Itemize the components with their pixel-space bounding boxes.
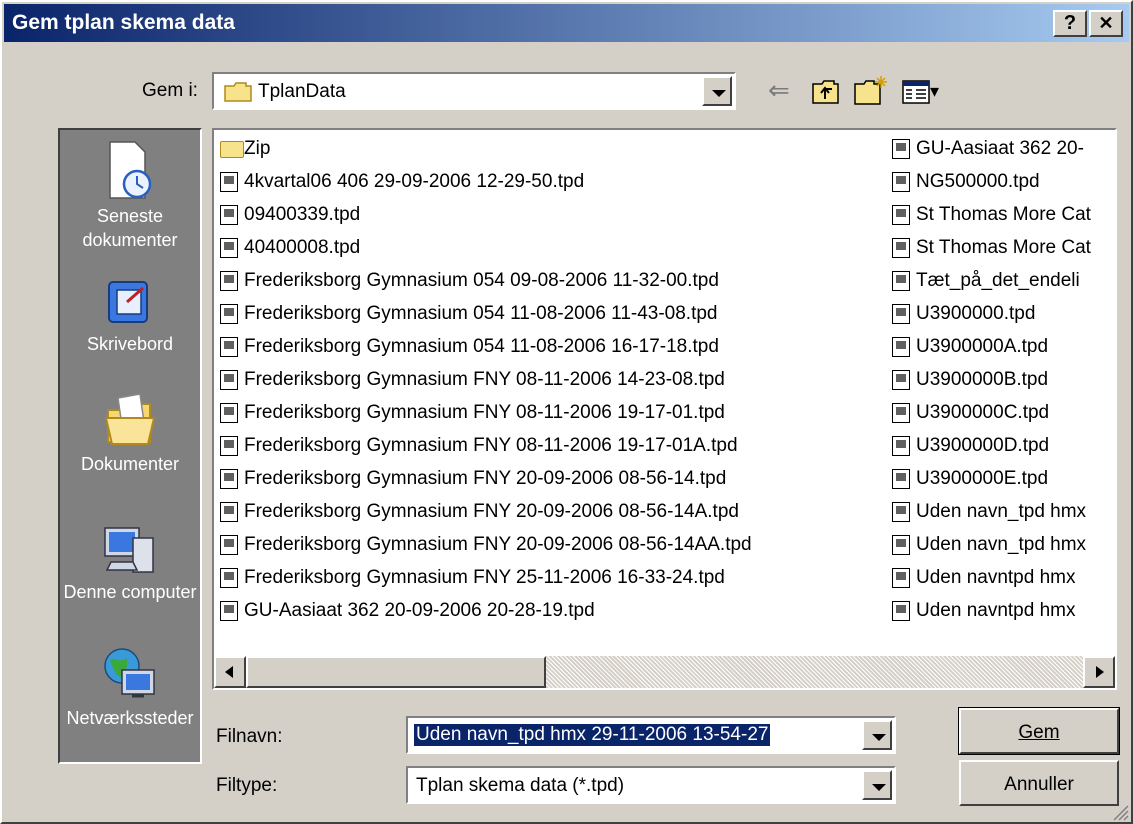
title-bar[interactable]: Gem tplan skema data ? ✕ xyxy=(4,4,1129,42)
save-button[interactable]: Gem xyxy=(958,707,1120,755)
file-icon xyxy=(892,139,910,159)
computer-icon xyxy=(104,527,154,573)
network-icon xyxy=(104,648,155,698)
file-icon xyxy=(220,172,238,192)
file-icon xyxy=(220,271,238,291)
scroll-right-button[interactable] xyxy=(1083,656,1115,688)
desktop-icon xyxy=(108,281,148,323)
filetype-label: Filtype: xyxy=(216,775,278,796)
back-icon[interactable]: ⇐ xyxy=(768,75,790,105)
file-icon xyxy=(892,205,910,225)
up-folder-icon[interactable] xyxy=(812,79,840,105)
file-icon xyxy=(892,535,910,555)
cancel-button[interactable]: Annuller xyxy=(959,760,1119,806)
filename-input[interactable]: Uden navn_tpd hmx 29-11-2006 13-54-27 xyxy=(406,716,896,754)
file-list-column-2: GU-Aasiaat 362 20- NG500000.tpd St Thoma… xyxy=(890,130,1115,650)
view-menu-arrow[interactable]: ▾ xyxy=(930,76,939,106)
file-icon xyxy=(892,469,910,489)
file-icon xyxy=(892,238,910,258)
arrow-left-icon xyxy=(225,666,233,678)
file-icon xyxy=(220,469,238,489)
filename-dropdown-button[interactable] xyxy=(862,720,892,750)
filetype-value: Tplan skema data (*.tpd) xyxy=(416,775,625,796)
save-in-dropdown-button[interactable] xyxy=(702,76,732,106)
file-icon xyxy=(892,337,910,357)
file-list[interactable]: Zip 4kvartal06 406 29-09-2006 12-29-50.t… xyxy=(212,128,1117,690)
save-in-combo[interactable]: TplanData xyxy=(212,72,736,110)
place-computer[interactable]: Denne computer xyxy=(60,524,200,604)
scroll-left-button[interactable] xyxy=(214,656,246,688)
filename-value: Uden navn_tpd hmx 29-11-2006 13-54-27 xyxy=(414,724,771,746)
file-icon xyxy=(892,271,910,291)
window-title: Gem tplan skema data xyxy=(12,11,235,34)
recent-documents-icon xyxy=(109,141,152,199)
file-icon xyxy=(892,172,910,192)
file-icon xyxy=(220,403,238,423)
help-button[interactable]: ? xyxy=(1053,10,1087,37)
file-icon xyxy=(892,568,910,588)
close-icon: ✕ xyxy=(1098,13,1114,33)
save-in-label: Gem i: xyxy=(142,80,198,101)
file-icon xyxy=(220,601,238,621)
resize-grip-icon[interactable] xyxy=(1110,802,1130,822)
view-menu-icon[interactable] xyxy=(902,80,930,104)
scroll-thumb[interactable] xyxy=(246,656,546,688)
place-network[interactable]: Netværkssteder xyxy=(60,646,200,730)
place-documents[interactable]: Dokumenter xyxy=(60,392,200,476)
file-icon xyxy=(892,370,910,390)
save-dialog: Gem tplan skema data ? ✕ Gem i: TplanDat… xyxy=(0,0,1133,824)
file-icon xyxy=(220,568,238,588)
arrow-right-icon xyxy=(1096,666,1104,678)
filename-label: Filnavn: xyxy=(216,726,283,747)
file-icon xyxy=(892,304,910,324)
close-button[interactable]: ✕ xyxy=(1089,10,1123,37)
place-desktop[interactable]: Skrivebord xyxy=(60,278,200,356)
file-icon xyxy=(220,337,238,357)
filetype-select[interactable]: Tplan skema data (*.tpd) xyxy=(406,766,896,804)
places-bar: Seneste dokumenter Skrivebord Dokumenter xyxy=(58,128,202,764)
file-icon xyxy=(220,370,238,390)
folder-icon xyxy=(224,82,252,102)
file-icon xyxy=(892,403,910,423)
folder-icon xyxy=(220,141,244,158)
file-icon xyxy=(220,205,238,225)
file-icon xyxy=(220,535,238,555)
save-in-value: TplanData xyxy=(258,81,346,102)
documents-folder-icon xyxy=(104,393,156,445)
file-icon xyxy=(892,502,910,522)
file-icon xyxy=(220,238,238,258)
place-recent-documents[interactable]: Seneste dokumenter xyxy=(60,140,200,252)
new-folder-icon[interactable] xyxy=(854,74,888,106)
file-icon xyxy=(220,502,238,522)
horizontal-scrollbar[interactable] xyxy=(214,656,1115,688)
file-icon xyxy=(220,304,238,324)
file-icon xyxy=(892,601,910,621)
file-icon xyxy=(220,436,238,456)
file-icon xyxy=(892,436,910,456)
filetype-dropdown-button[interactable] xyxy=(862,770,892,800)
